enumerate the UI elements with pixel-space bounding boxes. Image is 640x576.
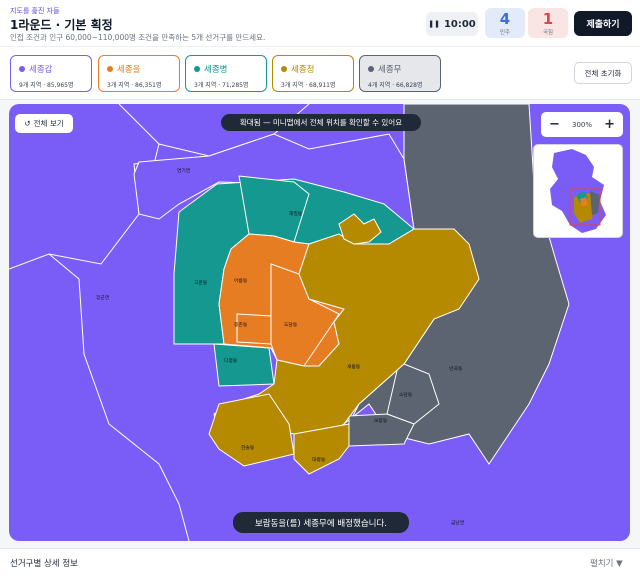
label-hansol: 한솔동 [241, 444, 255, 451]
game-kicker: 지도를 훑진 자들 [10, 7, 60, 15]
details-panel: 선거구별 상세 정보 펼치기 ▼ [0, 548, 640, 576]
district-color-dot [107, 66, 113, 72]
timer[interactable]: ❚❚ 10:00 [426, 12, 478, 36]
score-ppp-label: 국힘 [542, 29, 554, 36]
district-color-dot [194, 66, 200, 72]
district-card-jeong[interactable]: 세종정 3개 지역 · 68,911명 [272, 55, 354, 92]
toast-message: 보람동을(를) 세종무에 배정했습니다. [233, 512, 409, 533]
reset-all-button[interactable]: 전체 초기화 [574, 62, 632, 84]
label-geumnam: 금남면 [451, 519, 464, 526]
label-daepyeong: 대평동 [312, 456, 326, 463]
label-sodam: 소담동 [399, 391, 413, 398]
zoom-out-button[interactable]: − [549, 117, 560, 132]
minimap[interactable] [533, 144, 623, 238]
label-yeonseo: 연기면 [177, 167, 190, 174]
region-dajeong[interactable] [213, 343, 275, 387]
label-dodam: 도담동 [284, 321, 298, 328]
pause-icon[interactable]: ❚❚ [428, 20, 440, 28]
top-header: 지도를 훑진 자들 1라운드 · 기본 획정 인접 조건과 인구 60,000~… [0, 0, 640, 46]
label-goun: 고운동 [194, 280, 208, 286]
district-selector: 세종갑 9개 지역 · 85,965명 세종을 3개 지역 · 86,351명 … [0, 46, 640, 100]
label-haemil: 해밀동 [289, 210, 303, 217]
score-democratic-value: 4 [499, 9, 511, 28]
zoom-level: 300% [571, 120, 592, 129]
round-instructions: 인접 조건과 인구 60,000~110,000명 조건을 만족하는 5개 선거… [10, 33, 266, 42]
region-jongchon[interactable] [236, 313, 272, 345]
district-name: 세종을 [117, 65, 141, 75]
label-saerom: 새롬동 [347, 363, 361, 370]
score-democratic: 4 민주 [485, 8, 525, 38]
label-dajeong: 다정동 [224, 357, 238, 364]
district-name: 세종병 [204, 65, 228, 75]
district-card-eul[interactable]: 세종을 3개 지역 · 86,351명 [98, 55, 180, 92]
minimap-canvas [550, 149, 606, 233]
round-title: 1라운드 · 기본 획정 [10, 18, 113, 32]
details-title: 선거구별 상세 정보 [10, 559, 78, 569]
score-democratic-label: 민주 [499, 29, 511, 36]
zoom-notice: 확대됨 — 미니맵에서 전체 위치를 확인할 수 있어요 [221, 114, 421, 131]
district-card-mu[interactable]: 세종무 4개 지역 · 66,828명 [359, 55, 441, 92]
minimap-region-outer [550, 149, 606, 233]
label-areum: 아름동 [234, 277, 248, 284]
district-map[interactable]: 연기면 해밀동 고운동 아름동 종촌동 도담동 다정동 새롬동 소담동 보람동 … [9, 104, 630, 541]
district-stats: 3개 지역 · 86,351명 [107, 82, 162, 89]
view-all-label: 전체 보기 [33, 119, 64, 128]
district-card-byeong[interactable]: 세종병 3개 지역 · 71,285명 [185, 55, 267, 92]
label-janggun: 장군면 [96, 294, 109, 301]
submit-button[interactable]: 제출하기 [574, 11, 632, 36]
timer-value: 10:00 [443, 18, 476, 30]
label-bangok: 반곡동 [449, 365, 463, 372]
zoom-control: − 300% + [541, 112, 623, 137]
label-boram: 보람동 [374, 417, 388, 424]
expand-button[interactable]: 펼치기 ▼ [590, 557, 623, 569]
score-ppp-value: 1 [542, 9, 554, 28]
zoom-in-button[interactable]: + [604, 117, 615, 132]
district-stats: 3개 지역 · 71,285명 [194, 82, 249, 89]
district-color-dot [281, 66, 287, 72]
district-color-dot [19, 66, 25, 72]
view-all-button[interactable]: ↺ 전체 보기 [15, 114, 73, 133]
refresh-icon: ↺ [24, 119, 31, 128]
district-stats: 3개 지역 · 68,911명 [281, 82, 336, 89]
district-color-dot [368, 66, 374, 72]
district-name: 세종갑 [29, 65, 53, 75]
score-ppp: 1 국힘 [528, 8, 568, 38]
district-name: 세종무 [378, 65, 402, 75]
label-jongchon: 종촌동 [234, 321, 248, 328]
district-card-gap[interactable]: 세종갑 9개 지역 · 85,965명 [10, 55, 92, 92]
district-stats: 9개 지역 · 85,965명 [19, 82, 74, 89]
district-name: 세종정 [291, 65, 315, 75]
district-stats: 4개 지역 · 66,828명 [368, 82, 423, 89]
